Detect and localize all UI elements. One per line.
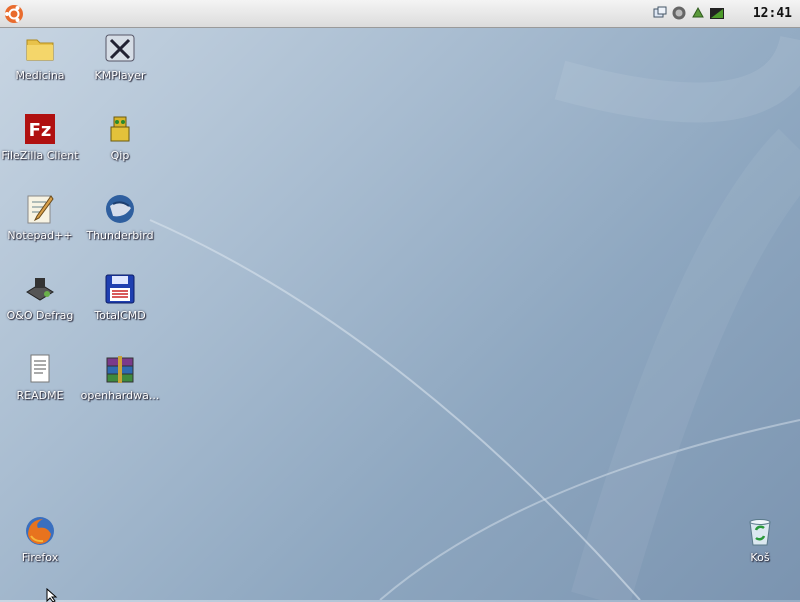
kmplayer-icon xyxy=(105,34,135,62)
svg-text:Fz: Fz xyxy=(29,120,52,141)
notepad-icon xyxy=(27,195,54,224)
icon-label: Medicina xyxy=(15,69,65,82)
ubuntu-menu-icon[interactable] xyxy=(2,3,26,25)
top-panel: 12:41 xyxy=(0,0,800,28)
network-icon[interactable] xyxy=(652,5,668,21)
qip-icon xyxy=(110,116,130,142)
desktop-icon-oo-defrag[interactable]: O&O Defrag xyxy=(0,272,80,322)
clock[interactable]: 12:41 xyxy=(753,6,792,21)
document-icon xyxy=(30,354,50,383)
filezilla-icon: Fz xyxy=(25,114,55,144)
recycle-bin-icon xyxy=(749,519,771,546)
desktop-icon-thunderbird[interactable]: Thunderbird xyxy=(80,192,160,242)
totalcmd-icon xyxy=(105,274,135,304)
desktop-icon-openhardware[interactable]: openhardwa... xyxy=(80,352,160,402)
desktop-icon-recycle-bin[interactable]: Koš xyxy=(720,514,800,564)
icon-label: O&O Defrag xyxy=(6,309,74,322)
icon-label: openhardwa... xyxy=(80,389,160,402)
volume-icon[interactable] xyxy=(671,5,687,21)
desktop-icon-totalcmd[interactable]: TotalCMD xyxy=(80,272,160,322)
icon-label: Notepad++ xyxy=(7,229,73,242)
icon-label: Thunderbird xyxy=(86,229,154,242)
desktop-icon-qip[interactable]: Qip xyxy=(80,112,160,162)
update-icon[interactable] xyxy=(690,5,706,21)
icon-label: README xyxy=(16,389,64,402)
archive-icon xyxy=(106,356,134,383)
desktop-icon-kmplayer[interactable]: KMPlayer xyxy=(80,32,160,82)
icon-label: Firefox xyxy=(21,551,59,564)
thunderbird-icon xyxy=(106,195,134,223)
icon-label: FileZilla Client xyxy=(1,149,79,162)
firefox-icon xyxy=(26,517,54,545)
desktop-icon-medicina[interactable]: Medicina xyxy=(0,32,80,82)
icon-label: KMPlayer xyxy=(94,69,146,82)
desktop-icon-filezilla[interactable]: Fz FileZilla Client xyxy=(0,112,80,162)
system-tray xyxy=(652,5,725,21)
icon-label: Koš xyxy=(750,551,770,564)
folder-icon xyxy=(26,39,54,61)
desktop-icon-notepad[interactable]: Notepad++ xyxy=(0,192,80,242)
power-icon[interactable] xyxy=(709,5,725,21)
desktop-icon-firefox[interactable]: Firefox xyxy=(0,514,80,564)
icon-label: TotalCMD xyxy=(94,309,146,322)
defrag-icon xyxy=(26,278,54,301)
icon-label: Qip xyxy=(110,149,130,162)
desktop-icon-readme[interactable]: README xyxy=(0,352,80,402)
